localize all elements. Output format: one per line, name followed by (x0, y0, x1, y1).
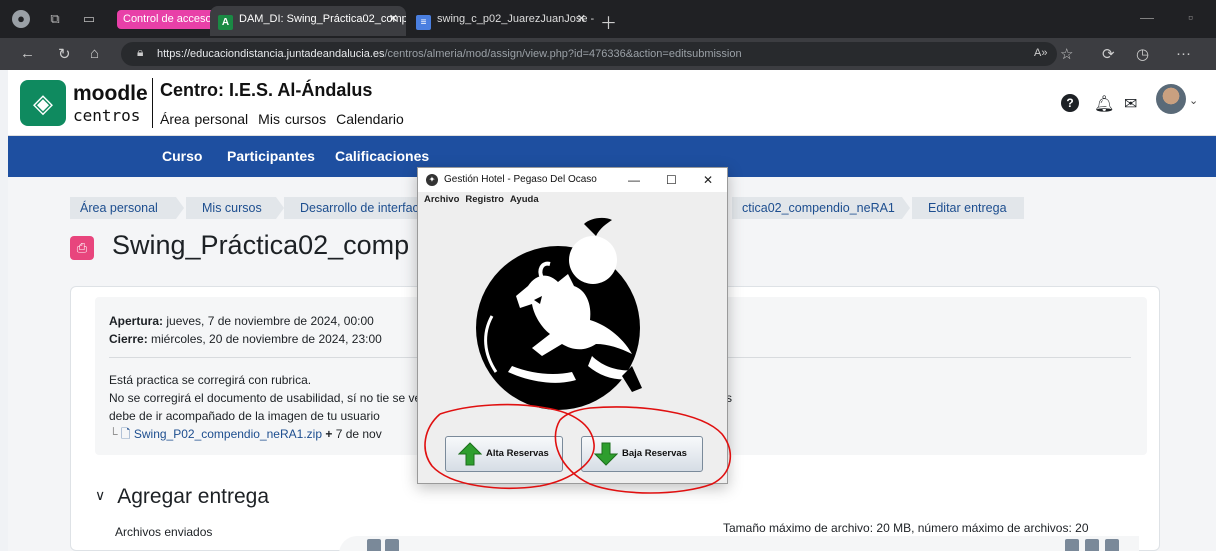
tree-branch-icon: └ (109, 427, 118, 441)
url-field[interactable]: https://educaciondistancia.juntadeandalu… (121, 42, 1057, 66)
tab-dam-di[interactable]: A DAM_DI: Swing_Práctica02_comp ✕ (210, 6, 406, 36)
back-icon[interactable]: ← (20, 45, 35, 62)
new-tab-icon[interactable]: ＋ (600, 9, 617, 34)
nav-curso[interactable]: Curso (162, 148, 202, 164)
favorite-icon[interactable]: ☆ (1060, 45, 1073, 63)
add-file-icon[interactable] (367, 539, 381, 551)
tab-swing-doc[interactable]: ≡ swing_c_p02_JuarezJuanJose - Do ✕ (408, 6, 594, 36)
nav-participantes[interactable]: Participantes (227, 148, 315, 164)
chevron-down-icon: ∨ (95, 487, 106, 503)
logo-sub: centros (73, 106, 141, 125)
moodle-logo-icon[interactable]: ◈ (20, 80, 66, 126)
menu-archivo[interactable]: Archivo (424, 194, 459, 205)
history-icon[interactable]: ◷ (1136, 45, 1149, 63)
menu-ayuda[interactable]: Ayuda (510, 194, 539, 205)
tab-actions-icon[interactable]: ▭ (80, 10, 98, 28)
centro-title: Centro: I.E.S. Al-Ándalus (160, 80, 373, 100)
minimize-window-icon[interactable]: — (1140, 9, 1154, 25)
breadcrumb-item[interactable]: ctica02_compendio_neRA1 (732, 197, 902, 219)
open-label: Apertura: (109, 314, 164, 328)
baja-reservas-button[interactable]: Baja Reservas (581, 436, 703, 472)
swing-title-bar[interactable]: ✦ Gestión Hotel - Pegaso Del Ocaso (418, 168, 727, 192)
baja-reservas-label: Baja Reservas (622, 448, 687, 459)
avatar[interactable] (1156, 84, 1186, 114)
breadcrumb-item-current[interactable]: Editar entrega (912, 197, 1024, 219)
assignment-dates: Apertura: jueves, 7 de noviembre de 2024… (109, 312, 382, 348)
help-icon[interactable]: ? (1061, 94, 1079, 112)
pegaso-app-icon: ✦ (426, 174, 438, 186)
swing-menu-bar: Archivo Registro Ayuda (418, 192, 727, 208)
breadcrumb-item[interactable]: Desarrollo de interfac (284, 197, 424, 219)
site-header: ◈ moodle centros Centro: I.E.S. Al-Ándal… (8, 70, 1216, 136)
swing-maximize-icon[interactable]: ☐ (666, 168, 677, 192)
notifications-bell-icon[interactable]: 🔔︎ (1094, 94, 1114, 114)
file-icon: 🗋︎ (120, 427, 131, 441)
logo-word: moodle (73, 82, 148, 105)
refresh-icon[interactable]: ↻ (58, 45, 71, 63)
file-limits: Tamaño máximo de archivo: 20 MB, número … (723, 521, 1089, 535)
extensions-icon[interactable]: ⟳ (1102, 45, 1115, 63)
tab-title: swing_c_p02_JuarezJuanJose - Do (437, 13, 594, 25)
moodle-tab-icon: A (218, 15, 233, 30)
attachment-link[interactable]: Swing_P02_compendio_neRA1.zip (134, 427, 322, 441)
submission-section-header[interactable]: ∨ Agregar entrega (95, 485, 269, 509)
restore-window-icon[interactable]: ▫ (1188, 9, 1193, 25)
logo-divider (152, 78, 153, 128)
file-picker[interactable] (339, 536, 1139, 551)
breadcrumb-item[interactable]: Mis cursos (186, 197, 276, 219)
browser-tab-bar: ● ⧉ ▭ Control de accesos A DAM_DI: Swing_… (0, 0, 1216, 38)
primary-nav: Área personal Mis cursos Calendario (160, 111, 414, 127)
list-view-icon[interactable] (1085, 539, 1099, 551)
submission-heading: Agregar entrega (117, 485, 270, 508)
create-folder-icon[interactable] (385, 539, 399, 551)
docs-tab-icon: ≡ (416, 15, 431, 30)
swing-window-title: Gestión Hotel - Pegaso Del Ocaso (444, 174, 597, 185)
swing-close-icon[interactable]: ✕ (703, 168, 713, 192)
assignment-icon: ⎙ (70, 236, 94, 260)
breadcrumb-item[interactable]: Área personal (70, 197, 176, 219)
close-tab-icon[interactable]: ✕ (577, 6, 586, 32)
messages-envelope-icon[interactable]: ✉ (1124, 94, 1137, 114)
tab-title: DAM_DI: Swing_Práctica02_comp (239, 13, 406, 25)
close-date: miércoles, 20 de noviembre de 2024, 23:0… (147, 332, 382, 346)
nav-calificaciones[interactable]: Calificaciones (335, 148, 429, 164)
nav-calendario[interactable]: Calendario (336, 111, 404, 127)
chevron-down-icon[interactable]: ⌄ (1189, 94, 1198, 107)
attachment-date: 7 de nov (332, 427, 382, 441)
alta-reservas-label: Alta Reservas (486, 448, 549, 459)
arrow-down-icon (594, 442, 618, 466)
nav-mis-cursos[interactable]: Mis cursos (258, 111, 326, 127)
tab-group-label[interactable]: Control de accesos (117, 10, 224, 29)
profile-icon[interactable]: ● (12, 10, 30, 28)
files-label: Archivos enviados (115, 525, 213, 539)
nav-area-personal[interactable]: Área personal (160, 111, 248, 127)
arrow-up-icon (458, 442, 482, 466)
address-bar-row: ← ↻ ⌂ https://educaciondistancia.juntade… (0, 38, 1216, 70)
swing-minimize-icon[interactable]: — (628, 168, 640, 192)
home-icon[interactable]: ⌂ (90, 45, 99, 62)
attachment: └ 🗋︎ Swing_P02_compendio_neRA1.zip + 7 d… (109, 425, 382, 446)
menu-registro[interactable]: Registro (465, 194, 504, 205)
more-icon[interactable]: ··· (1176, 45, 1191, 62)
alta-reservas-button[interactable]: Alta Reservas (445, 436, 563, 472)
read-aloud-icon[interactable]: A» (1034, 47, 1047, 59)
workspaces-icon[interactable]: ⧉ (46, 10, 64, 28)
close-label: Cierre: (109, 332, 148, 346)
tree-view-icon[interactable] (1105, 539, 1119, 551)
open-date: jueves, 7 de noviembre de 2024, 00:00 (163, 314, 374, 328)
close-tab-icon[interactable]: ✕ (389, 6, 398, 32)
page-title: Swing_Práctica02_comp (112, 230, 410, 260)
grid-view-icon[interactable] (1065, 539, 1079, 551)
pegaso-logo-image (476, 217, 642, 410)
swing-window: ✦ Gestión Hotel - Pegaso Del Ocaso — ☐ ✕… (417, 167, 728, 484)
site-info-icon[interactable]: 🔒︎ (137, 45, 143, 60)
